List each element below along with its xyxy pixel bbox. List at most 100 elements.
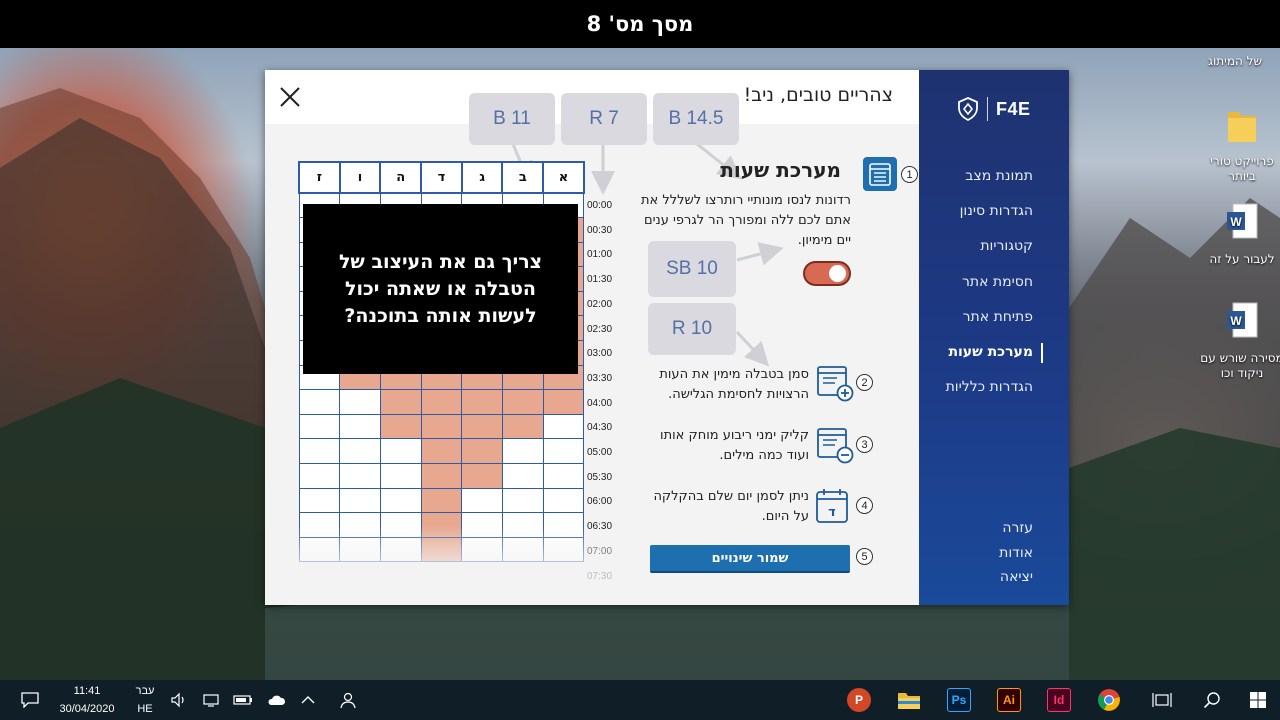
schedule-cell[interactable] — [420, 389, 463, 415]
schedule-toggle[interactable] — [803, 261, 851, 286]
schedule-cell[interactable] — [298, 487, 341, 514]
language-code[interactable]: HE — [130, 703, 160, 715]
svg-text:ד: ד — [828, 505, 836, 520]
taskbar-app-illustrator[interactable]: Ai — [996, 680, 1022, 720]
schedule-cell[interactable] — [339, 389, 381, 415]
schedule-cell[interactable] — [379, 389, 422, 415]
main-area: צהריים טובים, ניב! B 14.5 R 7 B 11 SB 10… — [265, 70, 919, 605]
people-button[interactable] — [336, 680, 358, 720]
nav-general-settings[interactable]: הגדרות כלליות — [919, 379, 1069, 395]
step-number-1: 1 — [901, 166, 918, 183]
nav-about[interactable]: אודות — [919, 545, 1069, 561]
schedule-cell[interactable] — [461, 389, 503, 415]
schedule-cell[interactable] — [542, 413, 585, 440]
nav-help[interactable]: עזרה — [919, 520, 1069, 536]
nav-schedule[interactable]: מערכת שעות — [919, 343, 1069, 363]
desktop-item-branding[interactable]: של המיתוג — [1190, 54, 1280, 69]
show-hidden-icons-button[interactable] — [298, 680, 318, 720]
volume-button[interactable] — [168, 680, 190, 720]
schedule-cell[interactable] — [461, 463, 503, 489]
schedule-cell[interactable] — [542, 389, 585, 415]
language-label[interactable]: עבר — [130, 685, 160, 697]
day-header-friday[interactable]: ו — [338, 161, 382, 194]
taskbar-app-powerpoint[interactable]: P — [846, 680, 872, 720]
battery-button[interactable] — [232, 680, 254, 720]
day-header-sunday[interactable]: א — [542, 161, 585, 194]
powerpoint-icon: P — [847, 688, 871, 712]
schedule-cell[interactable] — [298, 389, 341, 415]
schedule-cell[interactable] — [542, 487, 585, 514]
time-label: 05:00 — [587, 447, 613, 458]
search-icon — [1203, 692, 1220, 709]
logo-separator — [987, 97, 988, 121]
taskbar-app-photoshop[interactable]: Ps — [946, 680, 972, 720]
day-header-tuesday[interactable]: ג — [460, 161, 504, 194]
screen-title: מסך מס' 8 — [586, 12, 694, 36]
taskbar-app-indesign[interactable]: Id — [1046, 680, 1072, 720]
step-2-description: סמן בטבלה מימין את העות הרצויות לחסימת ה… — [659, 367, 809, 402]
schedule-cell[interactable] — [379, 413, 422, 440]
schedule-cell[interactable] — [420, 413, 463, 440]
schedule-cell[interactable] — [298, 463, 341, 489]
task-view-button[interactable] — [1150, 680, 1174, 720]
schedule-cell[interactable] — [339, 463, 381, 489]
brand-logo: F4E — [957, 94, 1037, 124]
clock-date[interactable]: 30/04/2020 — [52, 703, 122, 715]
clock-time[interactable]: 11:41 — [52, 685, 122, 697]
schedule-cell[interactable] — [501, 438, 544, 465]
schedule-cell[interactable] — [339, 438, 381, 465]
action-center-button[interactable] — [18, 680, 42, 720]
schedule-cell[interactable] — [298, 438, 341, 465]
schedule-cell[interactable] — [420, 463, 463, 489]
taskbar-app-file-explorer[interactable] — [896, 680, 922, 720]
windows-logo-icon — [1250, 692, 1266, 708]
chrome-icon — [1098, 689, 1120, 711]
schedule-cell[interactable] — [379, 438, 422, 465]
desktop-item-label: פרוייקט טורי ביותר — [1210, 154, 1274, 183]
nav-exit[interactable]: יציאה — [919, 569, 1069, 585]
table-row — [298, 463, 585, 489]
start-button[interactable] — [1246, 680, 1270, 720]
desktop-folder-project[interactable]: פרוייקט טורי ביותר — [1197, 104, 1280, 184]
taskbar-app-chrome[interactable] — [1096, 680, 1122, 720]
desktop-item-label: לעבור על זה — [1209, 252, 1275, 266]
day-header-wednesday[interactable]: ד — [420, 161, 463, 194]
notification-icon — [21, 692, 39, 708]
network-button[interactable] — [200, 680, 222, 720]
schedule-cell[interactable] — [501, 413, 544, 440]
schedule-cell[interactable] — [339, 413, 381, 440]
day-header-monday[interactable]: ב — [501, 161, 545, 194]
day-header-saturday[interactable]: ז — [298, 161, 341, 194]
schedule-cell[interactable] — [461, 413, 503, 440]
desktop-word-doc-2[interactable]: W מסירה שורש עם ניקוד וכו — [1197, 301, 1280, 381]
day-header-thursday[interactable]: ה — [379, 161, 423, 194]
schedule-cell[interactable] — [379, 487, 422, 514]
schedule-cell[interactable] — [461, 438, 503, 465]
photoshop-icon: Ps — [947, 688, 971, 712]
brand-name: F4E — [996, 98, 1031, 119]
schedule-cell[interactable] — [542, 438, 585, 465]
step-number-5: 5 — [856, 548, 873, 565]
nav-open-site[interactable]: פתיחת אתר — [919, 309, 1069, 325]
schedule-cell[interactable] — [298, 413, 341, 440]
task-view-icon — [1152, 693, 1172, 707]
schedule-cell[interactable] — [339, 487, 381, 514]
schedule-cell[interactable] — [379, 463, 422, 489]
nav-status-overview[interactable]: תמונת מצב — [919, 168, 1069, 184]
nav-block-site[interactable]: חסימת אתר — [919, 274, 1069, 290]
onedrive-button[interactable] — [264, 680, 288, 720]
save-changes-button[interactable]: שמור שינויים — [650, 545, 850, 573]
schedule-cell[interactable] — [461, 487, 503, 514]
schedule-cell[interactable] — [420, 487, 463, 514]
schedule-cell[interactable] — [542, 463, 585, 489]
search-button[interactable] — [1200, 680, 1224, 720]
nav-categories[interactable]: קטגוריות — [919, 238, 1069, 254]
schedule-cell[interactable] — [501, 463, 544, 489]
calendar-remove-icon — [817, 428, 854, 464]
review-note-overlay: צריך גם את העיצוב של הטבלה או שאתה יכול … — [303, 204, 578, 374]
schedule-cell[interactable] — [501, 389, 544, 415]
nav-filter-settings[interactable]: הגדרות סינון — [919, 203, 1069, 219]
schedule-cell[interactable] — [420, 438, 463, 465]
desktop-word-doc-1[interactable]: W לעבור על זה — [1197, 202, 1280, 267]
schedule-cell[interactable] — [501, 487, 544, 514]
